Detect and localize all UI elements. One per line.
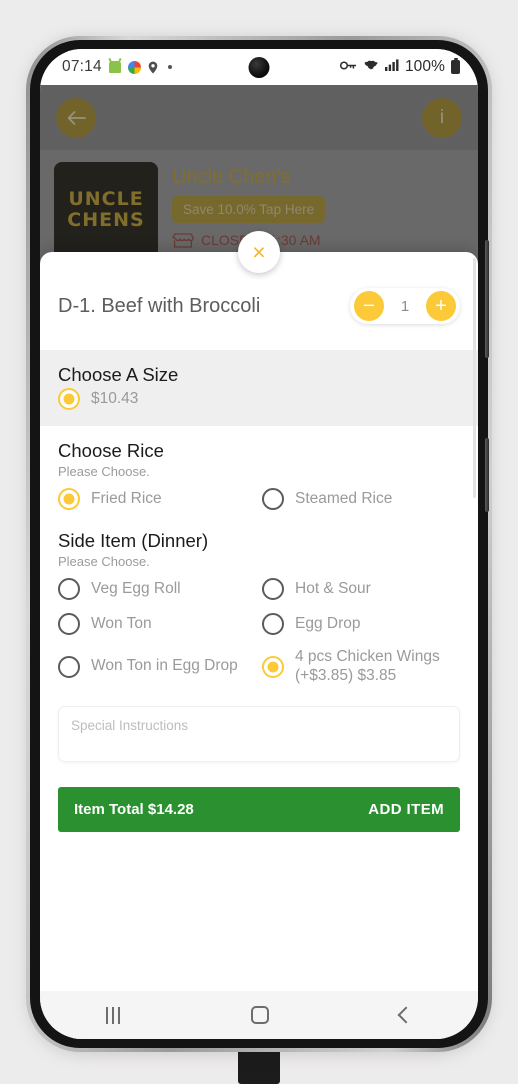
section-choose-a-size: Choose A Size $10.43	[40, 350, 478, 426]
plus-icon: +	[435, 295, 447, 317]
decrease-quantity-button[interactable]: −	[354, 291, 384, 321]
option-row[interactable]: Veg Egg Roll	[58, 578, 256, 600]
option-label: Steamed Rice	[295, 489, 393, 507]
cell-signal-icon	[384, 58, 399, 76]
radio-icon-selected[interactable]	[58, 488, 80, 510]
total-bar-wrap: Item Total $14.28 ADD ITEM	[40, 778, 478, 852]
restaurant-status: CLOSED 11:30 AM	[172, 232, 464, 248]
android-nav-bar	[40, 991, 478, 1039]
item-title: D-1. Beef with Broccoli	[58, 294, 261, 317]
radio-icon-selected[interactable]	[58, 388, 80, 410]
option-row[interactable]: Won Ton	[58, 613, 256, 635]
option-label: Won Ton	[91, 614, 152, 632]
option-row[interactable]: $10.43	[58, 388, 460, 410]
status-bar-left: 07:14	[62, 58, 172, 76]
battery-percentage: 100%	[404, 58, 445, 75]
android-icon	[108, 61, 121, 73]
section-title: Choose Rice	[58, 440, 164, 461]
phone-body: 07:14 100% i UNCLE CHENS Uncle Chen's Sa…	[30, 40, 489, 1048]
option-label: Fried Rice	[91, 489, 162, 507]
option-label: Hot & Sour	[295, 579, 371, 597]
option-row[interactable]: Egg Drop	[262, 613, 460, 635]
option-grid: Fried Rice Steamed Rice	[58, 488, 460, 510]
restaurant-logo: UNCLE CHENS	[54, 162, 158, 258]
page-root: 07:14 100% i UNCLE CHENS Uncle Chen's Sa…	[0, 0, 518, 1084]
logo-line-2: CHENS	[67, 209, 145, 231]
wifi-icon	[363, 58, 379, 76]
back-button[interactable]	[56, 97, 96, 138]
power-button[interactable]	[485, 438, 489, 512]
section-side-item-dinner: Side Item (Dinner) Please Choose. Veg Eg…	[40, 526, 478, 702]
radio-icon[interactable]	[262, 488, 284, 510]
close-modal-button[interactable]: ×	[238, 231, 280, 273]
section-title: Choose A Size	[58, 364, 179, 385]
phone-screen: 07:14 100% i UNCLE CHENS Uncle Chen's Sa…	[40, 49, 478, 1039]
quantity-stepper: − 1 +	[350, 288, 460, 324]
special-instructions-input[interactable]	[58, 705, 460, 762]
section-subtitle: Please Choose.	[58, 554, 150, 569]
option-grid: $10.43	[58, 388, 460, 410]
logo-line-1: UNCLE	[68, 187, 144, 210]
radio-icon[interactable]	[58, 655, 80, 678]
option-label: Veg Egg Roll	[91, 579, 181, 597]
add-item-label: ADD ITEM	[368, 800, 444, 818]
special-instructions-wrap	[40, 702, 478, 779]
option-label: $10.43	[91, 389, 139, 407]
status-bar: 07:14 100%	[40, 49, 478, 85]
minus-icon: −	[363, 295, 375, 317]
option-row[interactable]: Steamed Rice	[262, 488, 460, 510]
modal-scroll-area: D-1. Beef with Broccoli − 1 + Choose A S…	[40, 252, 478, 991]
radio-icon-selected[interactable]	[262, 655, 284, 678]
battery-icon	[451, 58, 460, 74]
dot-icon	[167, 65, 172, 69]
close-icon: ×	[252, 238, 266, 265]
recents-button[interactable]	[105, 1006, 121, 1024]
promo-banner[interactable]: Save 10.0% Tap Here	[172, 196, 326, 223]
modal-scrollbar[interactable]	[473, 258, 476, 498]
option-grid: Veg Egg Roll Hot & Sour Won Ton Egg Drop…	[58, 578, 460, 686]
option-row[interactable]: Hot & Sour	[262, 578, 460, 600]
section-choose-rice: Choose Rice Please Choose. Fried Rice St…	[40, 426, 478, 526]
option-row[interactable]: 4 pcs Chicken Wings (+$3.85) $3.85	[262, 648, 460, 686]
radio-icon[interactable]	[58, 613, 80, 635]
home-button[interactable]	[251, 1006, 270, 1024]
google-photos-icon	[127, 60, 141, 74]
info-icon: i	[439, 106, 445, 128]
radio-icon[interactable]	[262, 613, 284, 635]
item-total-label: Item Total $14.28	[74, 800, 194, 818]
option-label: Egg Drop	[295, 614, 361, 632]
option-row[interactable]: Won Ton in Egg Drop	[58, 648, 256, 686]
front-camera	[248, 57, 270, 78]
radio-icon[interactable]	[262, 578, 284, 600]
quantity-value: 1	[400, 297, 410, 315]
status-bar-right: 100%	[339, 58, 460, 76]
volume-button[interactable]	[485, 240, 489, 358]
add-item-button[interactable]: Item Total $14.28 ADD ITEM	[58, 786, 460, 832]
vpn-key-icon	[339, 58, 357, 76]
section-title: Side Item (Dinner)	[58, 530, 209, 551]
nav-back-button[interactable]	[397, 1006, 415, 1024]
option-label: 4 pcs Chicken Wings (+$3.85) $3.85	[295, 648, 440, 684]
restaurant-hero: i	[40, 85, 478, 150]
increase-quantity-button[interactable]: +	[426, 291, 456, 321]
storefront-icon	[172, 232, 194, 248]
location-pin-icon	[148, 61, 158, 74]
item-options-modal: D-1. Beef with Broccoli − 1 + Choose A S…	[40, 252, 478, 991]
info-button[interactable]: i	[422, 97, 462, 138]
status-bar-clock: 07:14	[62, 58, 102, 75]
option-row[interactable]: Fried Rice	[58, 488, 256, 510]
option-label: Won Ton in Egg Drop	[91, 657, 238, 675]
section-subtitle: Please Choose.	[58, 464, 150, 479]
restaurant-name: Uncle Chen's	[172, 166, 291, 188]
radio-icon[interactable]	[58, 578, 80, 600]
